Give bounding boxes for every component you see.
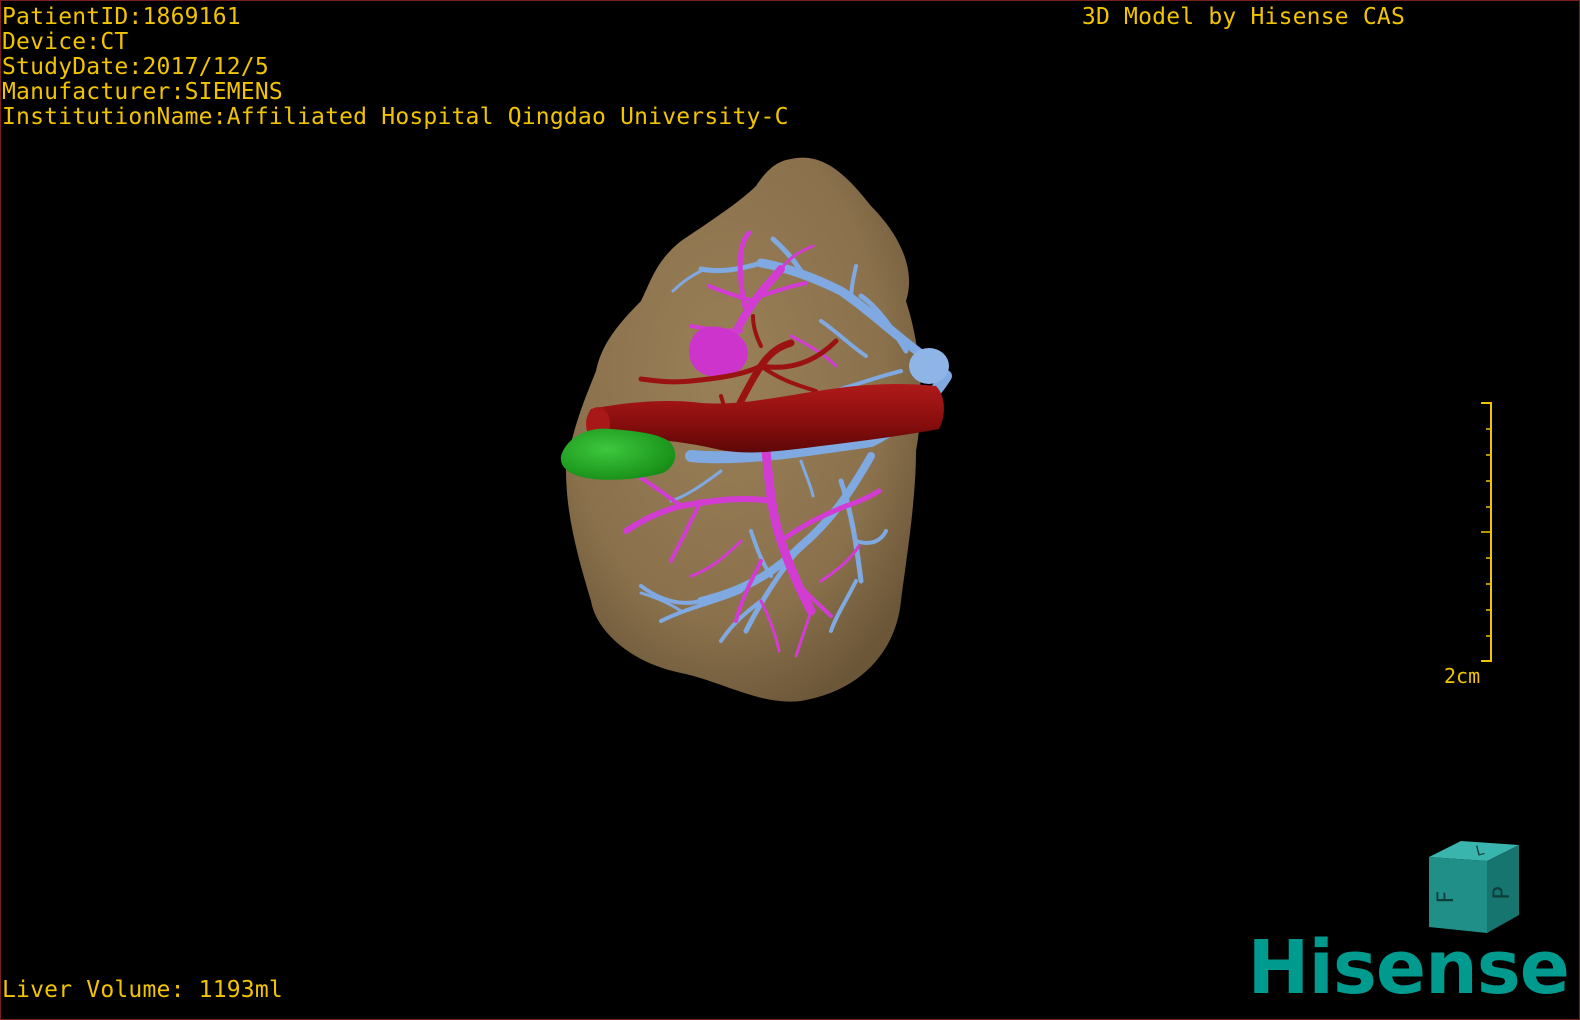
cube-front-label: F bbox=[1434, 891, 1459, 904]
gallbladder bbox=[560, 428, 676, 480]
ivc-confluence bbox=[909, 348, 949, 384]
orientation-cube[interactable]: L F P bbox=[1419, 837, 1523, 937]
hisense-logo: Hisense bbox=[1247, 925, 1570, 1011]
scale-label: 2cm bbox=[1444, 664, 1481, 688]
scale-bar bbox=[1481, 402, 1492, 662]
cube-side-label: P bbox=[1490, 886, 1515, 899]
3d-model-viewport[interactable]: PatientID:1869161 Device:CT StudyDate:20… bbox=[0, 0, 1580, 1020]
liver-volume-text: Liver Volume: 1193ml bbox=[2, 977, 283, 1003]
liver-3d-model[interactable] bbox=[1, 1, 1580, 1020]
